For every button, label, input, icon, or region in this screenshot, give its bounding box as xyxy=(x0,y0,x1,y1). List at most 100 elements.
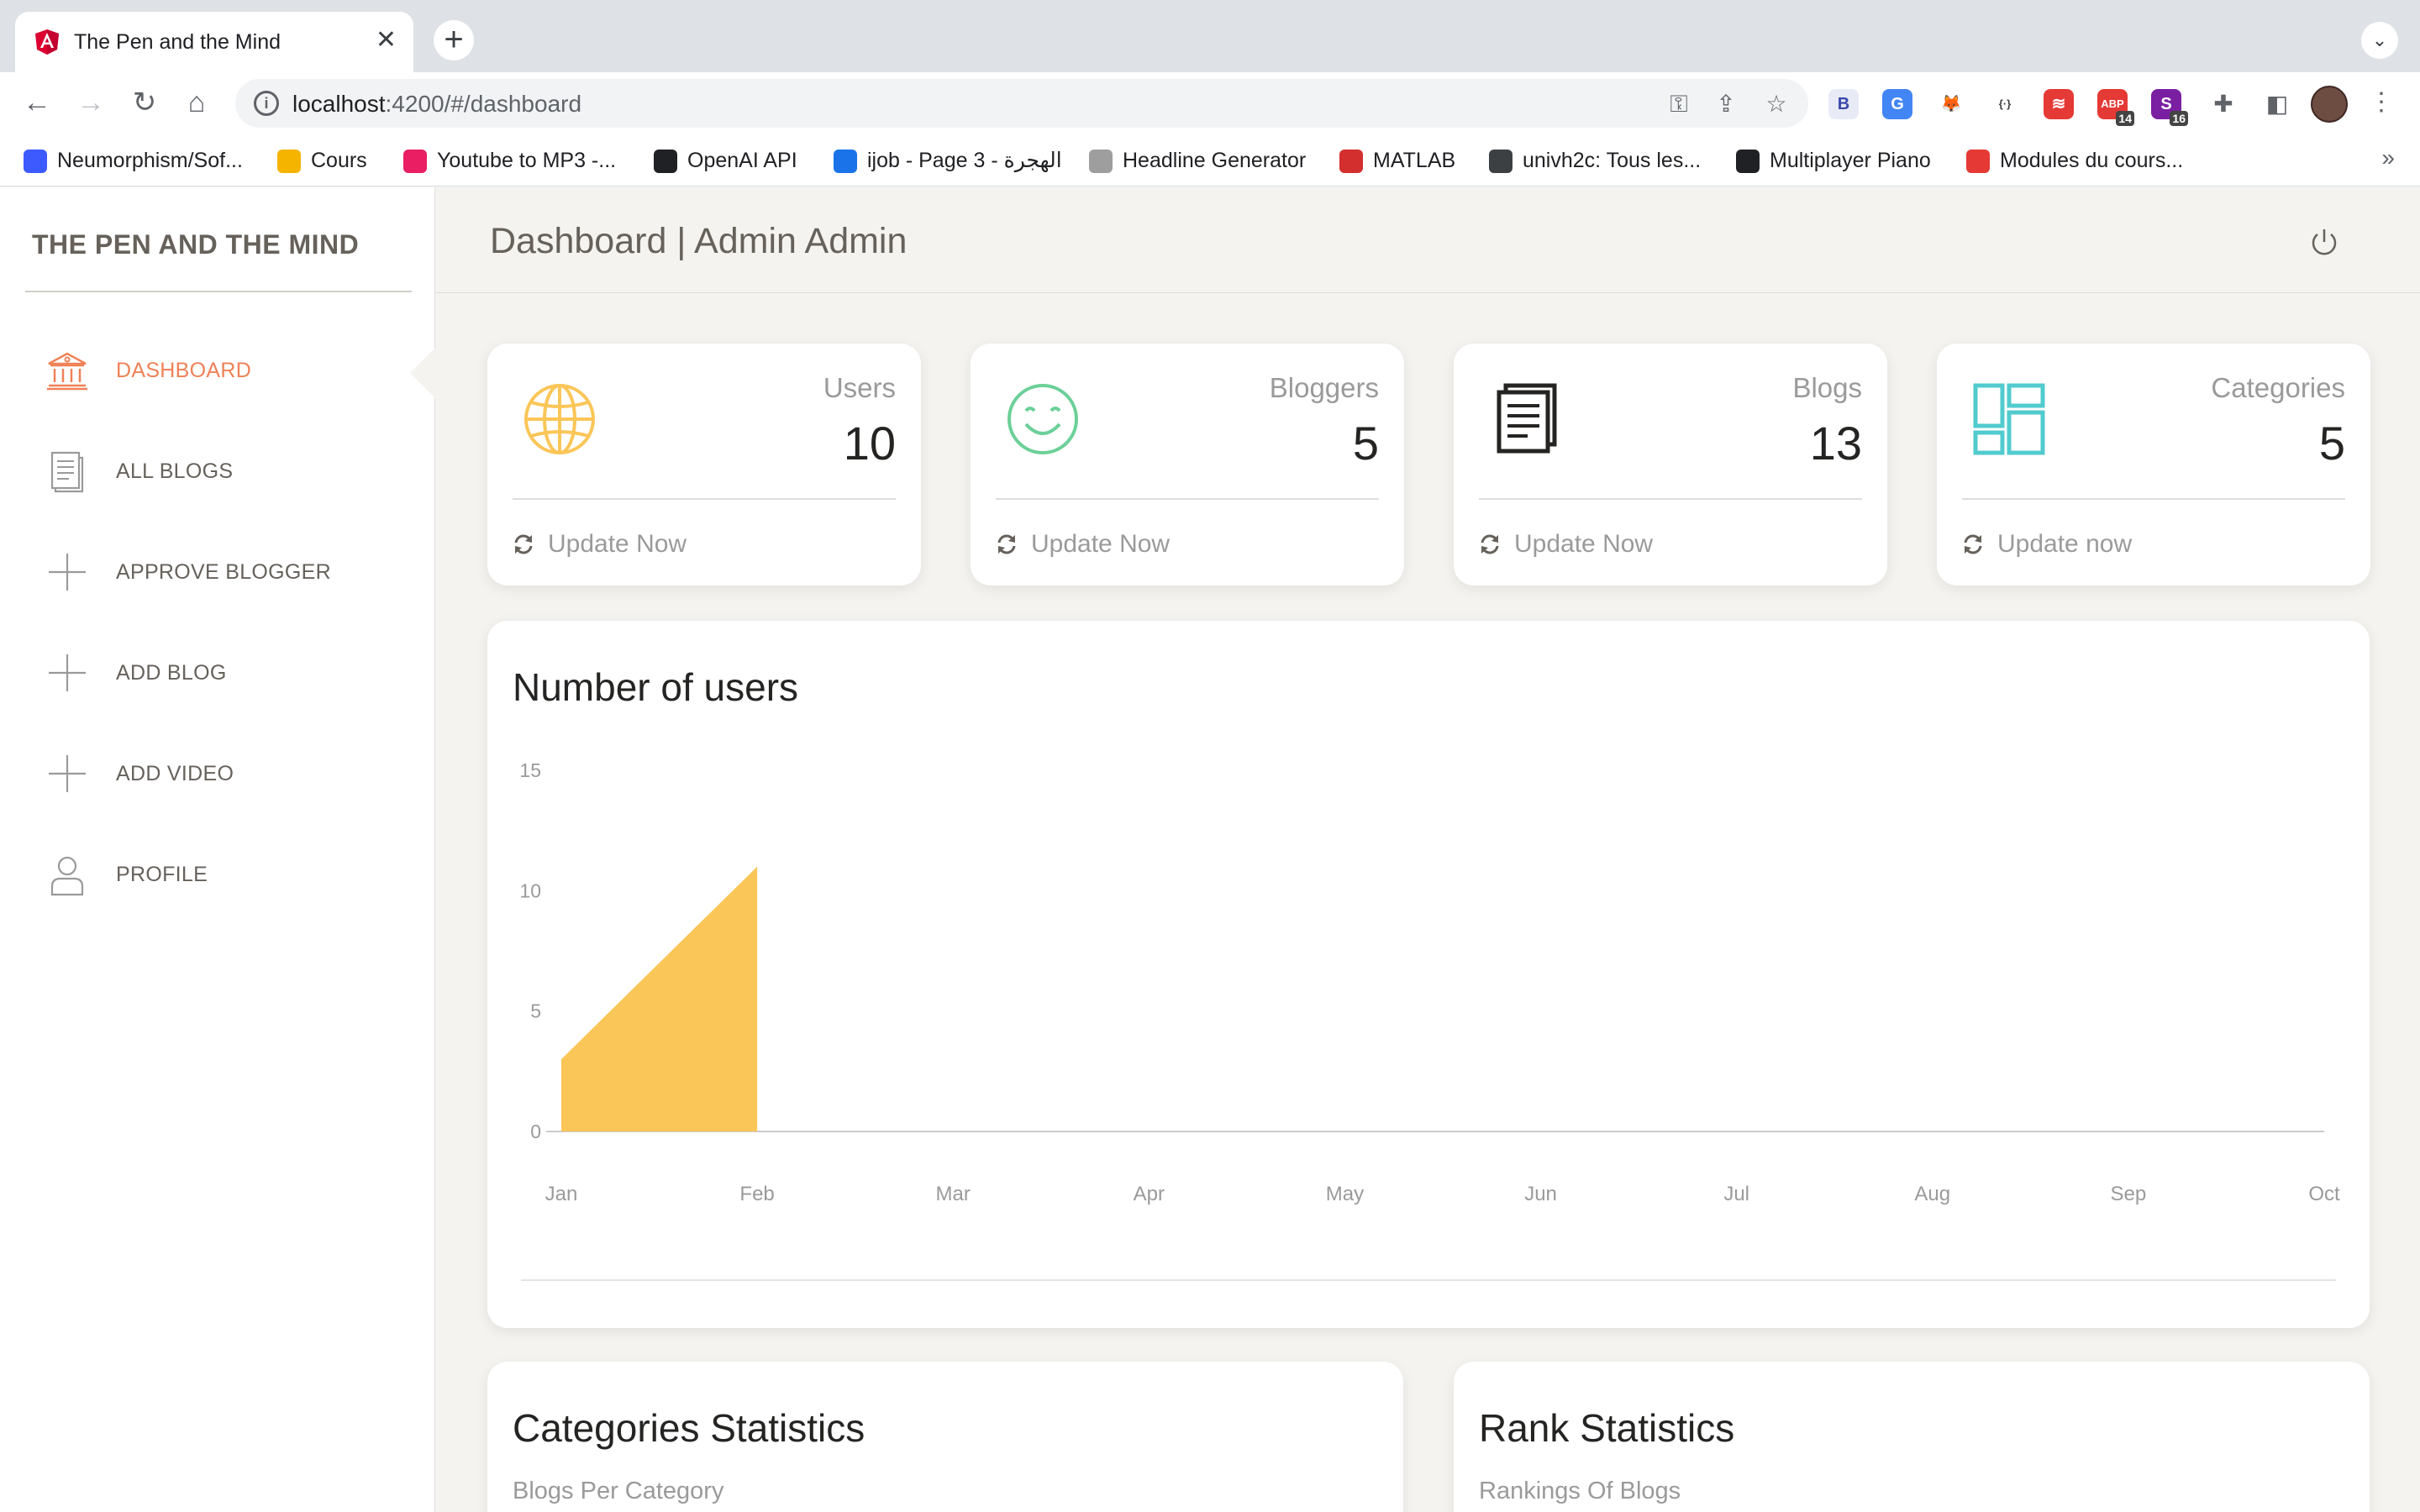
extension-glyph: B xyxy=(1837,95,1850,113)
brand-divider xyxy=(25,291,412,292)
tab-title: The Pen and the Mind xyxy=(74,30,281,54)
extensions-puzzle-icon[interactable]: ✚ xyxy=(2205,86,2242,123)
bookmark-star-icon[interactable]: ☆ xyxy=(1761,89,1791,119)
address-bar[interactable]: i localhost:4200/#/dashboard ⚿ ⇪ ☆ xyxy=(235,79,1808,128)
site-info-icon[interactable]: i xyxy=(254,91,279,116)
update-now-link[interactable]: Update Now xyxy=(513,530,687,559)
update-now-label: Update Now xyxy=(1514,530,1654,558)
x-tick-label: Jan xyxy=(545,1183,578,1205)
bookmark-label: Cours xyxy=(311,149,367,172)
browser-menu-icon[interactable]: ⋮ xyxy=(2363,84,2400,121)
piano-icon xyxy=(1736,150,1760,174)
share-icon[interactable]: ⇪ xyxy=(1711,89,1741,119)
classroom-icon xyxy=(277,150,301,174)
browser-tabstrip: The Pen and the Mind ✕ + ⌄ xyxy=(0,0,2420,72)
metamask-icon[interactable]: 🦊 xyxy=(1936,89,1966,119)
extension-glyph: ABP xyxy=(2101,97,2124,110)
square-blue-icon xyxy=(24,150,47,174)
bookmark-item[interactable]: MATLAB xyxy=(1339,146,1455,175)
categories-statistics-subtitle: Blogs Per Category xyxy=(513,1478,724,1504)
categories-statistics-card: Categories Statistics Blogs Per Category xyxy=(487,1362,1403,1512)
rank-statistics-subtitle: Rankings Of Blogs xyxy=(1479,1478,1681,1504)
forward-icon[interactable]: → xyxy=(72,84,109,121)
stat-card-users: Users 10 Update Now xyxy=(487,344,921,585)
bookmark-label: Youtube to MP3 -... xyxy=(437,149,617,172)
sidebar-item-all-blogs[interactable]: ALL BLOGS xyxy=(45,444,415,495)
bookmark-item[interactable]: OpenAI API xyxy=(654,146,797,175)
power-logout-icon[interactable] xyxy=(2307,226,2341,260)
translate-icon[interactable]: G xyxy=(1882,89,1912,119)
side-panel-icon[interactable]: ◧ xyxy=(2259,86,2296,123)
url-text[interactable]: localhost:4200/#/dashboard xyxy=(292,91,581,118)
x-tick-label: Feb xyxy=(739,1183,774,1205)
browser-tab[interactable]: The Pen and the Mind ✕ xyxy=(15,12,413,72)
bookmark-item[interactable]: Cours xyxy=(277,146,367,175)
url-path: :4200/#/dashboard xyxy=(385,91,582,117)
x-tick-label: Mar xyxy=(936,1183,971,1205)
matlab-icon xyxy=(1339,150,1363,174)
bookmark-item[interactable]: Multiplayer Piano xyxy=(1736,146,1931,175)
layout-icon xyxy=(1973,383,2045,455)
users-area-series xyxy=(561,866,758,1131)
code-icon[interactable]: {·} xyxy=(1990,89,2020,119)
y-tick-label: 0 xyxy=(530,1121,541,1142)
stat-divider xyxy=(1479,498,1862,500)
snowflake-icon xyxy=(1966,150,1990,174)
bookmark-item[interactable]: Youtube to MP3 -... xyxy=(403,146,616,175)
stat-card-categories: Categories 5 Update now xyxy=(1937,344,2370,585)
x-tick-label: Jul xyxy=(1723,1183,1749,1205)
plus-icon xyxy=(49,654,86,691)
bookmark-item[interactable]: ijob - Page 3 - الهجرة xyxy=(834,146,1062,175)
paper-icon xyxy=(1497,383,1557,454)
bookmark-item[interactable]: Headline Generator xyxy=(1089,146,1306,175)
bookmark-item[interactable]: univh2c: Tous les... xyxy=(1489,146,1701,175)
adblock-icon[interactable]: ABP 14 xyxy=(2097,89,2134,126)
new-tab-button[interactable]: + xyxy=(434,20,474,60)
s-extension-icon[interactable]: S 16 xyxy=(2151,89,2188,126)
sidebar-item-add-video[interactable]: ADD VIDEO xyxy=(45,747,415,797)
home-icon[interactable]: ⌂ xyxy=(178,84,215,121)
extension-badge: 16 xyxy=(2170,111,2188,126)
update-now-link[interactable]: Update now xyxy=(1962,530,2132,559)
extension-glyph: {·} xyxy=(1998,97,2012,110)
b-extension-icon[interactable]: B xyxy=(1828,89,1859,119)
stat-divider xyxy=(513,498,896,500)
sidebar-item-approve-blogger[interactable]: APPROVE BLOGGER xyxy=(45,545,415,596)
stat-label: Categories xyxy=(2211,372,2345,403)
bank-icon xyxy=(47,352,87,391)
browser-toolbar: ← → ↻ ⌂ i localhost:4200/#/dashboard ⚿ ⇪… xyxy=(0,72,2420,134)
stat-value: 13 xyxy=(1809,417,1862,470)
profile-avatar[interactable] xyxy=(2311,86,2348,123)
stat-divider xyxy=(1962,498,2345,500)
stack-icon[interactable]: ≋ xyxy=(2044,89,2074,119)
url-host: localhost xyxy=(292,91,386,117)
brand-logo-text[interactable]: THE PEN AND THE MIND xyxy=(32,229,359,260)
bookmarks-overflow-icon[interactable]: » xyxy=(2381,144,2395,171)
sidebar-item-add-blog[interactable]: ADD BLOG xyxy=(45,646,415,696)
update-now-link[interactable]: Update Now xyxy=(1479,530,1653,559)
sidebar-item-label: DASHBOARD xyxy=(116,359,252,382)
sidebar-item-label: ALL BLOGS xyxy=(116,459,234,483)
categories-statistics-title: Categories Statistics xyxy=(513,1406,865,1450)
user-icon xyxy=(50,856,84,896)
bookmark-item[interactable]: Neumorphism/Sof... xyxy=(24,146,243,175)
bookmark-label: Multiplayer Piano xyxy=(1770,149,1931,172)
download-icon xyxy=(403,150,427,174)
bookmark-label: Headline Generator xyxy=(1123,149,1307,172)
reload-icon[interactable]: ↻ xyxy=(126,84,163,121)
bookmark-item[interactable]: Modules du cours... xyxy=(1966,146,2183,175)
users-chart: 0 5 10 15 Jan Feb Mar Apr May Jun Jul Aug Sep Oct xyxy=(519,759,2340,1205)
tab-search-chevron-icon[interactable]: ⌄ xyxy=(2361,22,2398,59)
page-title: Dashboard | Admin Admin xyxy=(490,221,908,261)
x-tick-label: Apr xyxy=(1134,1183,1165,1205)
bookmark-label: MATLAB xyxy=(1373,149,1456,172)
close-tab-icon[interactable]: ✕ xyxy=(376,25,397,55)
refresh-icon xyxy=(1964,534,1982,554)
update-now-link[interactable]: Update Now xyxy=(996,530,1170,559)
angular-icon xyxy=(35,29,59,55)
sidebar-item-dashboard[interactable]: DASHBOARD xyxy=(45,344,415,394)
document-icon xyxy=(50,451,84,493)
key-icon[interactable]: ⚿ xyxy=(1664,89,1694,119)
back-icon[interactable]: ← xyxy=(18,84,55,121)
sidebar-item-profile[interactable]: PROFILE xyxy=(45,848,415,898)
